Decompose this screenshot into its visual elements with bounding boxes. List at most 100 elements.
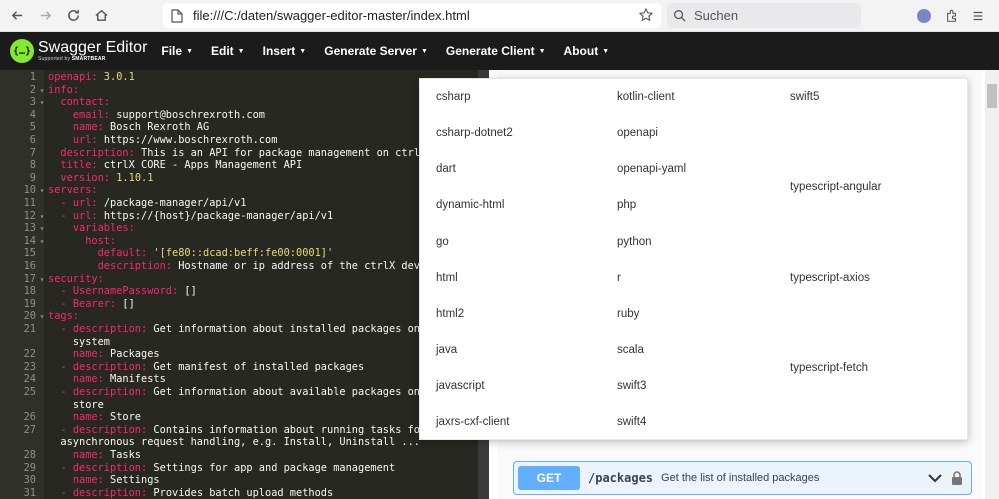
address-bar[interactable]: file:///C:/daten/swagger-editor-master/i…: [163, 3, 661, 28]
code-text: email: support@boschrexroth.com: [72, 108, 265, 121]
fold-arrow-icon[interactable]: ▾: [36, 186, 48, 195]
app-menu-icon[interactable]: [968, 6, 988, 26]
editor-line[interactable]: 12 ▾ - url: https://{host}/package-manage…: [0, 210, 489, 223]
client-option[interactable]: swift5: [790, 91, 819, 103]
client-option[interactable]: csharp: [436, 91, 471, 103]
line-number: 14: [23, 234, 36, 247]
editor-line[interactable]: 29 - description: Settings for app and p…: [0, 462, 489, 475]
forward-icon[interactable]: [31, 2, 59, 30]
line-number: 18: [23, 285, 36, 298]
client-option[interactable]: php: [617, 199, 636, 211]
fold-arrow-icon[interactable]: ▾: [36, 275, 48, 284]
menu-insert[interactable]: Insert ▼: [263, 44, 307, 58]
editor-line[interactable]: 26 name: Store: [0, 411, 489, 424]
client-option[interactable]: swift3: [617, 380, 646, 392]
editor-line[interactable]: 18 - UsernamePassword: []: [0, 285, 489, 298]
client-option[interactable]: python: [617, 236, 652, 248]
editor-line[interactable]: 7 description: This is an API for packag…: [0, 147, 489, 160]
editor-line[interactable]: 6 url: https://www.boschrexroth.com: [0, 134, 489, 147]
editor-line[interactable]: 8 title: ctrlX CORE - Apps Management AP…: [0, 159, 489, 172]
editor-line[interactable]: 1 openapi: 3.0.1: [0, 71, 489, 84]
editor-line[interactable]: 9 version: 1.10.1: [0, 172, 489, 185]
fold-arrow-icon[interactable]: ▾: [36, 98, 48, 107]
editor-line[interactable]: 16 description: Hostname or ip address o…: [0, 260, 489, 273]
client-option[interactable]: csharp-dotnet2: [436, 127, 513, 139]
line-number: 21: [23, 323, 36, 335]
menu-file[interactable]: File ▼: [161, 44, 193, 58]
editor-line[interactable]: 15 default: '[fe80::dcad:beff:fe00:0001]…: [0, 247, 489, 260]
editor-line[interactable]: 22 name: Packages: [0, 348, 489, 361]
editor-line[interactable]: asynchronous request handling, e.g. Inst…: [0, 436, 489, 449]
line-number: 12: [23, 209, 36, 222]
search-box[interactable]: Suchen: [667, 3, 861, 28]
fold-arrow-icon[interactable]: ▾: [36, 312, 48, 321]
search-icon: [674, 10, 686, 22]
menu-generate-server[interactable]: Generate Server ▼: [324, 44, 428, 58]
editor-line[interactable]: 20 ▾ tags:: [0, 310, 489, 323]
client-option[interactable]: openapi: [617, 127, 658, 139]
editor-line[interactable]: 11 - url: /package-manager/api/v1: [0, 197, 489, 210]
preview-scrollbar[interactable]: [985, 70, 999, 499]
editor-line[interactable]: 4 email: support@boschrexroth.com: [0, 109, 489, 122]
client-option[interactable]: swift4: [617, 416, 646, 428]
yaml-editor[interactable]: 1 openapi: 3.0.1 2 ▾ info: 3 ▾ contact: 4 email…: [0, 70, 489, 499]
home-icon[interactable]: [87, 2, 115, 30]
extensions-icon[interactable]: [942, 6, 962, 26]
editor-line[interactable]: 28 name: Tasks: [0, 449, 489, 462]
editor-line[interactable]: 5 name: Bosch Rexroth AG: [0, 121, 489, 134]
operation-get-packages[interactable]: GET /packages Get the list of installed …: [513, 461, 972, 495]
fold-arrow-icon[interactable]: ▾: [36, 212, 48, 221]
bookmark-star-icon[interactable]: [639, 8, 653, 22]
back-icon[interactable]: [3, 2, 31, 30]
client-option[interactable]: openapi-yaml: [617, 163, 686, 175]
editor-line[interactable]: store: [0, 399, 489, 412]
client-option[interactable]: go: [436, 236, 449, 248]
editor-line[interactable]: 13 ▾ variables:: [0, 222, 489, 235]
client-option[interactable]: html: [436, 272, 458, 284]
client-option[interactable]: kotlin-client: [617, 91, 675, 103]
code-text: servers:: [48, 184, 98, 197]
editor-line[interactable]: 27 - description: Contains information a…: [0, 424, 489, 437]
preview-scrollbar-thumb[interactable]: [987, 84, 997, 108]
client-option[interactable]: scala: [617, 344, 644, 356]
client-option[interactable]: typescript-fetch: [790, 362, 868, 374]
client-option[interactable]: html2: [436, 308, 464, 320]
reload-icon[interactable]: [59, 2, 87, 30]
client-option[interactable]: typescript-angular: [790, 181, 881, 193]
editor-line[interactable]: 31 - description: Provides batch upload …: [0, 487, 489, 499]
chevron-down-icon[interactable]: [927, 470, 943, 486]
client-option[interactable]: dynamic-html: [436, 199, 504, 211]
swagger-logo[interactable]: {…} Swagger Editor Supported by SMARTBEA…: [10, 39, 147, 63]
editor-line[interactable]: 19 - Bearer: []: [0, 298, 489, 311]
client-option[interactable]: jaxrs-cxf-client: [436, 416, 509, 428]
editor-line[interactable]: 21 - description: Get information about …: [0, 323, 489, 336]
editor-line[interactable]: 30 name: Settings: [0, 474, 489, 487]
search-placeholder: Suchen: [694, 8, 739, 23]
client-option[interactable]: ruby: [617, 308, 639, 320]
lock-icon[interactable]: [951, 470, 963, 486]
editor-line[interactable]: 25 - description: Get information about …: [0, 386, 489, 399]
line-number: 7: [29, 146, 36, 159]
client-option[interactable]: r: [617, 272, 621, 284]
editor-line[interactable]: 14 ▾ host:: [0, 235, 489, 248]
code-text: url: https://www.boschrexroth.com: [72, 134, 278, 146]
editor-line[interactable]: 23 - description: Get manifest of instal…: [0, 361, 489, 374]
menu-about[interactable]: About ▼: [564, 44, 610, 58]
client-option[interactable]: typescript-axios: [790, 272, 870, 284]
fold-arrow-icon[interactable]: ▾: [36, 224, 48, 233]
editor-line[interactable]: 17 ▾ security:: [0, 273, 489, 286]
menu-edit[interactable]: Edit ▼: [211, 44, 245, 58]
client-option[interactable]: javascript: [436, 380, 485, 392]
fold-arrow-icon[interactable]: ▾: [36, 237, 48, 246]
menu-generate-client[interactable]: Generate Client ▼: [446, 44, 546, 58]
editor-line[interactable]: 3 ▾ contact:: [0, 96, 489, 109]
profile-avatar[interactable]: [914, 6, 934, 26]
editor-line[interactable]: 10 ▾ servers:: [0, 184, 489, 197]
editor-line[interactable]: system: [0, 336, 489, 349]
fold-arrow-icon[interactable]: ▾: [36, 86, 48, 95]
editor-line[interactable]: 24 name: Manifests: [0, 373, 489, 386]
client-option[interactable]: dart: [436, 163, 456, 175]
code-text: description: This is an API for package …: [60, 146, 427, 159]
editor-line[interactable]: 2 ▾ info:: [0, 84, 489, 97]
client-option[interactable]: java: [436, 344, 457, 356]
